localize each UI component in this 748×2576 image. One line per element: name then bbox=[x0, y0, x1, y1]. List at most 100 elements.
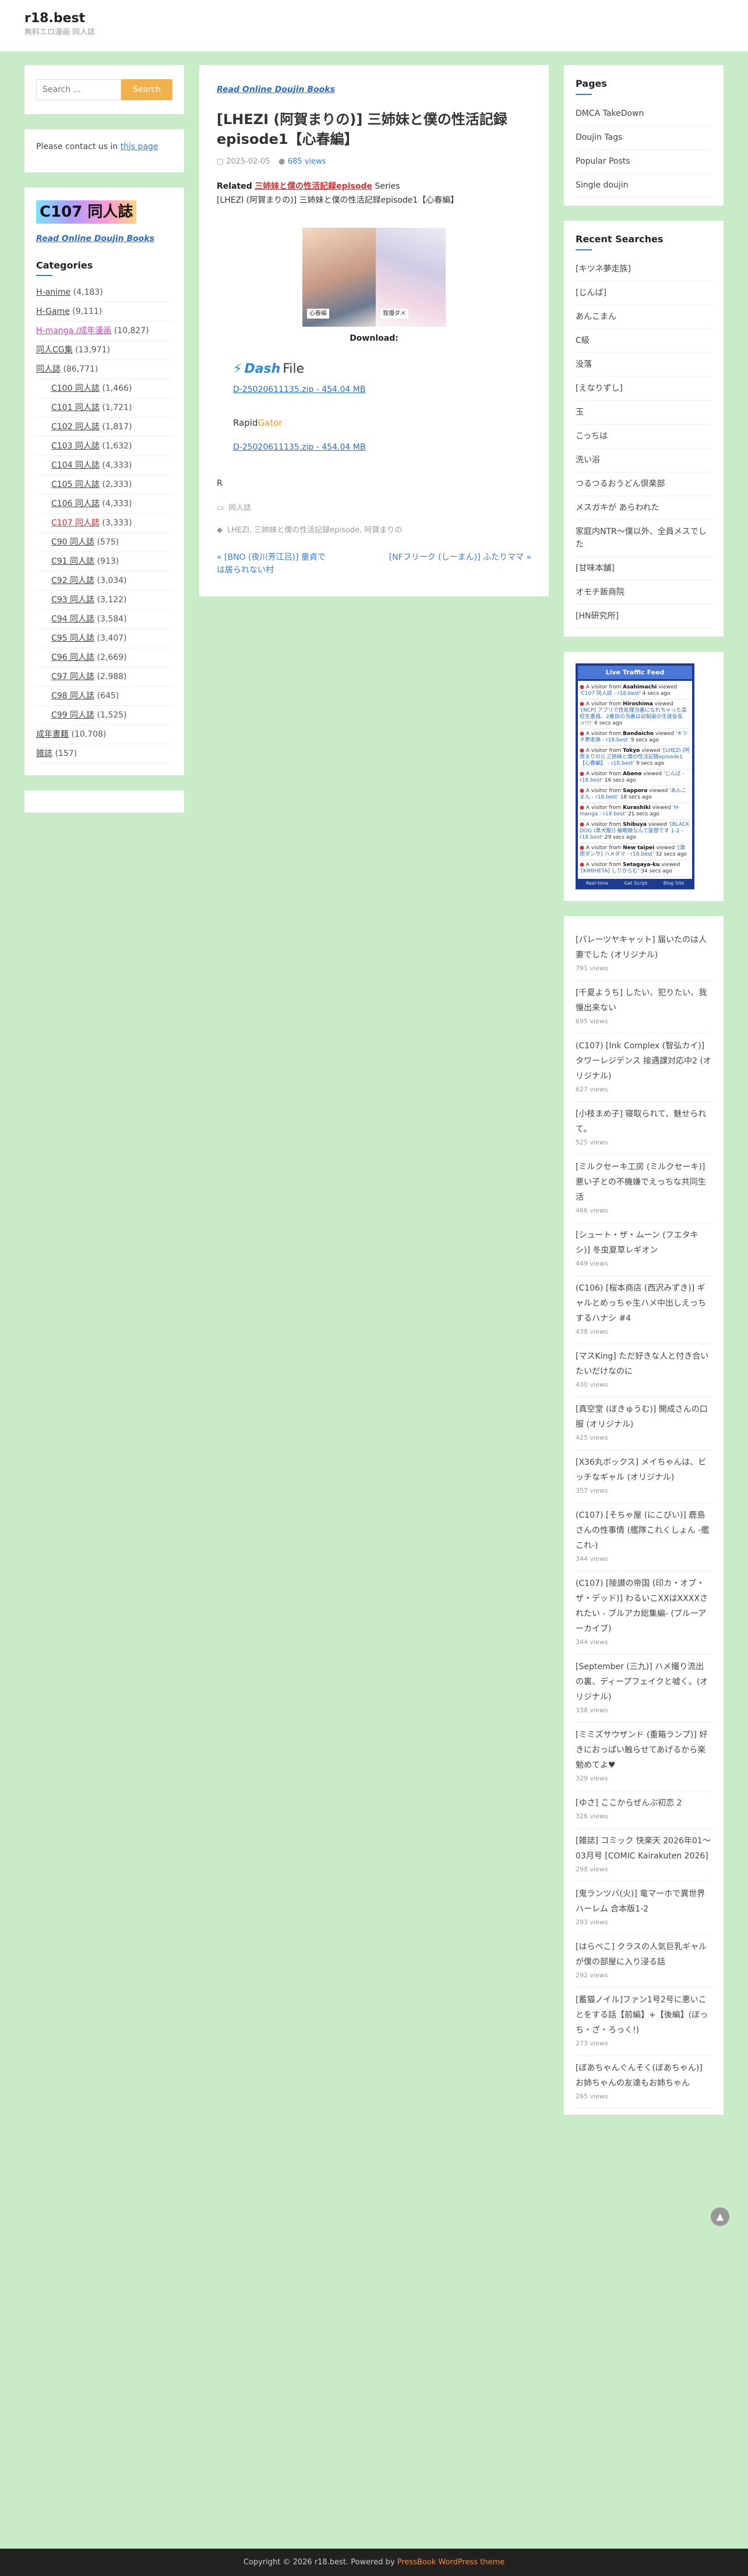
dashfile-download-link[interactable]: D-25020611135.zip - 454.04 MB bbox=[233, 384, 531, 397]
category-link[interactable]: C107 同人誌 bbox=[51, 518, 100, 528]
category-link[interactable]: C93 同人誌 bbox=[51, 595, 94, 605]
category-link[interactable]: 雑誌 bbox=[36, 749, 52, 758]
category-link[interactable]: C92 同人誌 bbox=[51, 576, 94, 585]
recent-searches-title: Recent Searches bbox=[576, 232, 712, 250]
page-item[interactable]: Single doujin bbox=[576, 174, 712, 197]
search-widget: Search bbox=[24, 65, 184, 114]
recent-searches-widget: Recent Searches [キツネ夢走族] [じんば] あんこまん C級 没落 [え… bbox=[564, 220, 724, 637]
category-link[interactable]: C105 同人誌 bbox=[51, 480, 100, 489]
recent-search-item[interactable]: 洗い浴 bbox=[576, 448, 712, 472]
page-item[interactable]: Doujin Tags bbox=[576, 126, 712, 150]
popular-post-title[interactable]: [雑誌] コミック 快楽天 2026年01〜03月号 [COMIC Kairak… bbox=[576, 1833, 712, 1864]
search-button[interactable]: Search bbox=[121, 79, 172, 100]
footer-theme-link[interactable]: PressBook WordPress theme bbox=[397, 2558, 504, 2567]
feed-footer-link[interactable]: Get Script bbox=[624, 880, 647, 887]
popular-post-title[interactable]: [はらぺこ] クラスの人気巨乳ギャルが僕の部屋に入り浸る話 bbox=[576, 1939, 712, 1970]
feed-footer-link[interactable]: Real-time bbox=[586, 880, 608, 887]
recent-search-item[interactable]: メスガキが あらわれた bbox=[576, 496, 712, 520]
popular-post-title[interactable]: [ぼあちゃんぐんそく(ぼあちゃん)] お姉ちゃんの友達もお姉ちゃん bbox=[576, 2061, 712, 2091]
popular-post-item: [小枝まめ子] 寝取られて、魅せられて。 525 views bbox=[576, 1102, 712, 1156]
recent-search-item[interactable]: 家庭内NTR〜僕以外、全員メスでした bbox=[576, 520, 712, 557]
flag-icon: ● bbox=[580, 804, 586, 811]
related-series-link[interactable]: 三姉妹と僕の性活記録episode bbox=[255, 182, 372, 191]
popular-post-title[interactable]: [鬼ランツバ(火)] 竜マーホで異世界ハーレム 合本版1-2 bbox=[576, 1886, 712, 1917]
popular-post-title[interactable]: [パレーツヤキャット] 届いたのは人妻でした (オリジナル) bbox=[576, 932, 712, 963]
recent-search-item[interactable]: [キツネ夢走族] bbox=[576, 257, 712, 281]
recent-search-item[interactable]: 玉 bbox=[576, 401, 712, 425]
prev-post-link[interactable]: « [BNO (夜川芳江吕)] 童貞では居られない村 bbox=[217, 551, 327, 577]
popular-post-item: [シュート・ザ・ムーン (フエタキシ)] 冬虫夏草レギオン 449 views bbox=[576, 1223, 712, 1277]
category-link[interactable]: C104 同人誌 bbox=[51, 461, 100, 470]
popular-post-title[interactable]: [ミミズサウザンド (重箱ランプ)] 好きにおっぱい触らせてあげるから楽勉めてよ… bbox=[576, 1727, 712, 1773]
category-link[interactable]: C91 同人誌 bbox=[51, 557, 94, 566]
next-post-link[interactable]: [NFフリーク (しーまん)] ふたりママ » bbox=[380, 551, 531, 577]
recent-search-item[interactable]: [甘味本舗] bbox=[576, 557, 712, 581]
category-item: C102 同人誌 (1,817) bbox=[36, 418, 172, 437]
category-link[interactable]: C90 同人誌 bbox=[51, 538, 94, 547]
popular-post-title[interactable]: [マスKing] ただ好きな人と付き合いたいだけなのに bbox=[576, 1349, 712, 1379]
popular-post-views: 695 views bbox=[576, 1017, 608, 1026]
category-link[interactable]: C95 同人誌 bbox=[51, 634, 94, 643]
category-link[interactable]: 同人誌 bbox=[228, 503, 251, 514]
popular-post-title[interactable]: [小枝まめ子] 寝取られて、魅せられて。 bbox=[576, 1107, 712, 1137]
category-link[interactable]: C94 同人誌 bbox=[51, 614, 94, 624]
category-link[interactable]: C102 同人誌 bbox=[51, 422, 100, 432]
read-online-top-link[interactable]: Read Online Doujin Books bbox=[217, 85, 335, 94]
contact-link[interactable]: this page bbox=[121, 142, 158, 151]
category-link[interactable]: 成年書籍 bbox=[36, 730, 69, 739]
recent-search-item[interactable]: [じんば] bbox=[576, 281, 712, 305]
category-link[interactable]: H-manga /成年漫画 bbox=[36, 326, 111, 335]
popular-post-title[interactable]: (C106) [桜本商店 (西沢みずき)] ギャルとめっちゃ生ハメ中出しえっちす… bbox=[576, 1281, 712, 1326]
popular-post-title[interactable]: [X36丸ボックス] メイちゃんは、ビッチなギャル (オリジナル) bbox=[576, 1455, 712, 1485]
category-link[interactable]: 同人誌 bbox=[36, 365, 61, 374]
recent-search-item[interactable]: こっちは bbox=[576, 425, 712, 448]
popular-post-title[interactable]: [September (三九)] ハメ撮り流出の裏、ディープフェイクと嘘く。(オ… bbox=[576, 1659, 712, 1705]
popular-post-title[interactable]: [シュート・ザ・ムーン (フエタキシ)] 冬虫夏草レギオン bbox=[576, 1228, 712, 1258]
recent-search-item[interactable]: C級 bbox=[576, 329, 712, 353]
scroll-top-button[interactable]: ▲ bbox=[711, 2207, 729, 2226]
popular-post-title[interactable]: [蓄猫ノイル]ファン1号2号に悪いことをする話【前編】+【後編】(ぼっち・ざ・ろ… bbox=[576, 1992, 712, 2038]
category-link[interactable]: C100 同人誌 bbox=[51, 384, 100, 393]
related-item[interactable]: [LHEZI (阿賀まりの)] 三姉妹と僕の性活記録episode1【心春編】 bbox=[217, 195, 531, 207]
popular-post-item: (C107) [陵讃の帝国 (印カ・オブ・ザ・デッド)] わるいこXXはXXXX… bbox=[576, 1571, 712, 1655]
category-link[interactable]: H-anime bbox=[36, 288, 70, 297]
category-link[interactable]: C98 同人誌 bbox=[51, 691, 94, 701]
popular-post-title[interactable]: (C107) [Ink Complex (智弘カイ)] タワーレジデンス 接遇課… bbox=[576, 1038, 712, 1084]
popular-post-title[interactable]: [千夏ようち] したい、犯りたい、我慢出来ない bbox=[576, 985, 712, 1016]
cover-image[interactable]: 心春編 我慢ダメ bbox=[217, 228, 531, 327]
popular-post-title[interactable]: (C107) [陵讃の帝国 (印カ・オブ・ザ・デッド)] わるいこXXはXXXX… bbox=[576, 1576, 712, 1637]
category-link[interactable]: H-Game bbox=[36, 307, 70, 316]
feed-page[interactable]: 'C107 同人誌 - r18.best' bbox=[580, 691, 641, 697]
recent-search-item[interactable]: [HN研究所] bbox=[576, 605, 712, 628]
category-item: C95 同人誌 (3,407) bbox=[36, 629, 172, 649]
c107-logo[interactable]: C107 同人誌 bbox=[36, 200, 137, 224]
feed-page[interactable]: '[KIMIHETA] しりからむ' bbox=[580, 868, 639, 874]
category-link[interactable]: C99 同人誌 bbox=[51, 711, 94, 720]
recent-search-item[interactable]: [えなりずし] bbox=[576, 377, 712, 401]
recent-search-item[interactable]: つるつるおうどん倶楽部 bbox=[576, 472, 712, 496]
popular-post-title[interactable]: [ゆさ] ここからぜんぶ初恋 2 bbox=[576, 1796, 712, 1811]
footer-copyright: Copyright © 2026 r18.best. Powered by bbox=[243, 2558, 395, 2567]
page-item[interactable]: Popular Posts bbox=[576, 150, 712, 174]
tags-list[interactable]: LHEZI, 三姉妹と僕の性活記録episode, 阿賀まりの bbox=[227, 525, 402, 536]
post-views[interactable]: 685 views bbox=[288, 157, 326, 166]
category-link[interactable]: C106 同人誌 bbox=[51, 499, 100, 508]
category-link[interactable]: C101 同人誌 bbox=[51, 403, 100, 412]
category-link[interactable]: C103 同人誌 bbox=[51, 441, 100, 451]
category-link[interactable]: C97 同人誌 bbox=[51, 672, 94, 681]
category-link[interactable]: C96 同人誌 bbox=[51, 653, 94, 662]
user-icon: ● bbox=[278, 157, 285, 166]
page-item[interactable]: DMCA TakeDown bbox=[576, 102, 712, 126]
rapidgator-download-link[interactable]: D-25020611135.zip - 454.04 MB bbox=[233, 441, 531, 454]
popular-post-title[interactable]: (C107) [そちゃ屋 (にこびい)] 鹿島さんの性事情 (艦隊これくしょん … bbox=[576, 1508, 712, 1553]
recent-search-item[interactable]: あんこまん bbox=[576, 305, 712, 329]
category-link[interactable]: 同人CG集 bbox=[36, 345, 73, 355]
site-title[interactable]: r18.best bbox=[24, 10, 724, 27]
feed-footer-link[interactable]: Blog Site bbox=[664, 880, 685, 887]
recent-search-item[interactable]: 没落 bbox=[576, 353, 712, 377]
recent-search-item[interactable]: オモチ飯商院 bbox=[576, 581, 712, 605]
read-online-link[interactable]: Read Online Doujin Books bbox=[36, 233, 172, 246]
search-input[interactable] bbox=[36, 79, 121, 100]
popular-post-title[interactable]: [ミルクセーキ工房 (ミルクセーキ)] 悪い子との不機嫌でえっちな共同生活 bbox=[576, 1160, 712, 1205]
popular-post-title[interactable]: [真空堂 (ぼきゅうむ)] 開成さんの口服 (オリジナル) bbox=[576, 1402, 712, 1432]
